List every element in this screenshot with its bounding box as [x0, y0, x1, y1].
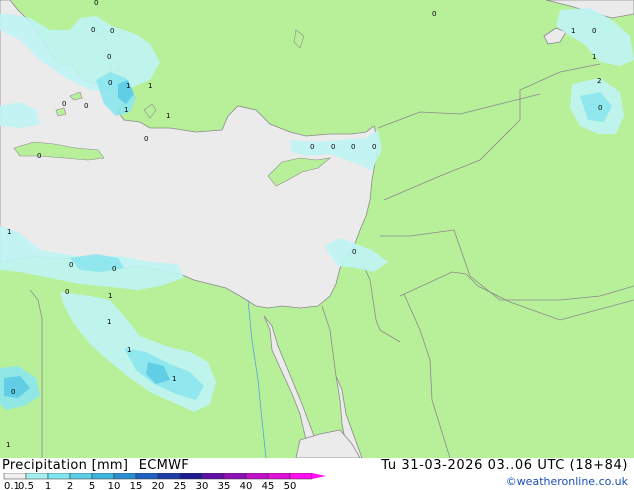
precip-value-label: 0: [37, 152, 41, 160]
legend-tick-label: 2: [67, 481, 73, 490]
precip-value-label: 1: [108, 292, 112, 300]
legend-swatch: [267, 473, 291, 480]
legend-swatch: [47, 473, 71, 480]
precip-value-label: 0: [592, 27, 596, 35]
color-scale-legend: 0.10.5 1 2 5 10 15 20 25 30 35 40 45 50: [3, 473, 326, 490]
precip-value-label: 1: [571, 27, 575, 35]
legend-tick-label: 50: [284, 481, 297, 490]
precip-value-label: 0: [62, 100, 66, 108]
precip-value-label: 1: [126, 82, 130, 90]
legend-swatch: [289, 473, 313, 480]
precip-value-label: 2: [597, 77, 601, 85]
precip-value-label: 0: [108, 79, 112, 87]
precip-value-label: 1: [124, 106, 128, 114]
legend-tick-label: 40: [240, 481, 253, 490]
map-footer: Precipitation [mm] ECMWF Tu 31-03-2026 0…: [0, 458, 634, 490]
model-label: ECMWF: [138, 458, 190, 473]
precipitation-map[interactable]: 0 0 0 0 1 1 0 0 0 0 1 1 0 0 0 0 0 0 1 0 1 2 0 1 0 0 0 1 1 1 1 0 1 0: [0, 0, 634, 458]
legend-tick-label: 15: [130, 481, 143, 490]
legend-tick-label: 30: [196, 481, 209, 490]
legend-swatch: [223, 473, 247, 480]
precip-value-label: 0: [69, 261, 73, 269]
precip-value-label: 0: [84, 102, 88, 110]
precip-value-label: 1: [7, 228, 11, 236]
precip-value-label: 1: [172, 375, 176, 383]
precip-value-label: 0: [352, 248, 356, 256]
precip-value-label: 0: [65, 288, 69, 296]
precip-value-label: 0: [94, 0, 98, 7]
precip-value-label: 0: [351, 143, 355, 151]
legend-tick-label: 10: [108, 481, 121, 490]
legend-tick-label: 35: [218, 481, 231, 490]
legend-swatch: [3, 473, 27, 480]
precip-value-label: 0: [432, 10, 436, 18]
precip-value-label: 1: [592, 53, 596, 61]
precip-value-label: 1: [148, 82, 152, 90]
precip-value-label: 0: [331, 143, 335, 151]
legend-arrow: [312, 473, 326, 479]
precip-value-label: 1: [127, 346, 131, 354]
precip-value-label: 0: [310, 143, 314, 151]
legend-swatch: [135, 473, 159, 480]
legend-tick-label: 25: [174, 481, 187, 490]
precip-value-label: 1: [6, 441, 10, 449]
product-label: Precipitation [mm]: [2, 458, 129, 473]
legend-tick-label: 5: [89, 481, 95, 490]
credit-link[interactable]: ©weatheronline.co.uk: [506, 475, 628, 488]
legend-swatch: [201, 473, 225, 480]
precip-value-label: 0: [91, 26, 95, 34]
precip-value-label: 0: [112, 265, 116, 273]
legend-swatch: [91, 473, 115, 480]
legend-swatch: [25, 473, 49, 480]
legend-swatch: [113, 473, 137, 480]
legend-swatch: [245, 473, 269, 480]
precip-value-label: 0: [11, 388, 15, 396]
precip-value-label: 1: [166, 112, 170, 120]
precip-value-label: 0: [107, 53, 111, 61]
precip-value-label: 0: [372, 143, 376, 151]
precip-value-label: 0: [110, 27, 114, 35]
legend-tick-label: 0.5: [18, 481, 34, 490]
legend-swatch: [179, 473, 203, 480]
map-title: Precipitation [mm] ECMWF: [2, 458, 195, 473]
precip-value-label: 0: [144, 135, 148, 143]
valid-time: Tu 31-03-2026 03..06 UTC (18+84): [381, 458, 628, 473]
legend-tick-label: 20: [152, 481, 165, 490]
legend-tick-label: 45: [262, 481, 275, 490]
precip-value-label: 1: [107, 318, 111, 326]
precip-value-label: 0: [598, 104, 602, 112]
legend-tick-label: 1: [45, 481, 51, 490]
legend-swatch: [157, 473, 181, 480]
legend-swatch: [69, 473, 93, 480]
weather-map-frame: 0000110000110000001012010001111010 Preci…: [0, 0, 634, 490]
